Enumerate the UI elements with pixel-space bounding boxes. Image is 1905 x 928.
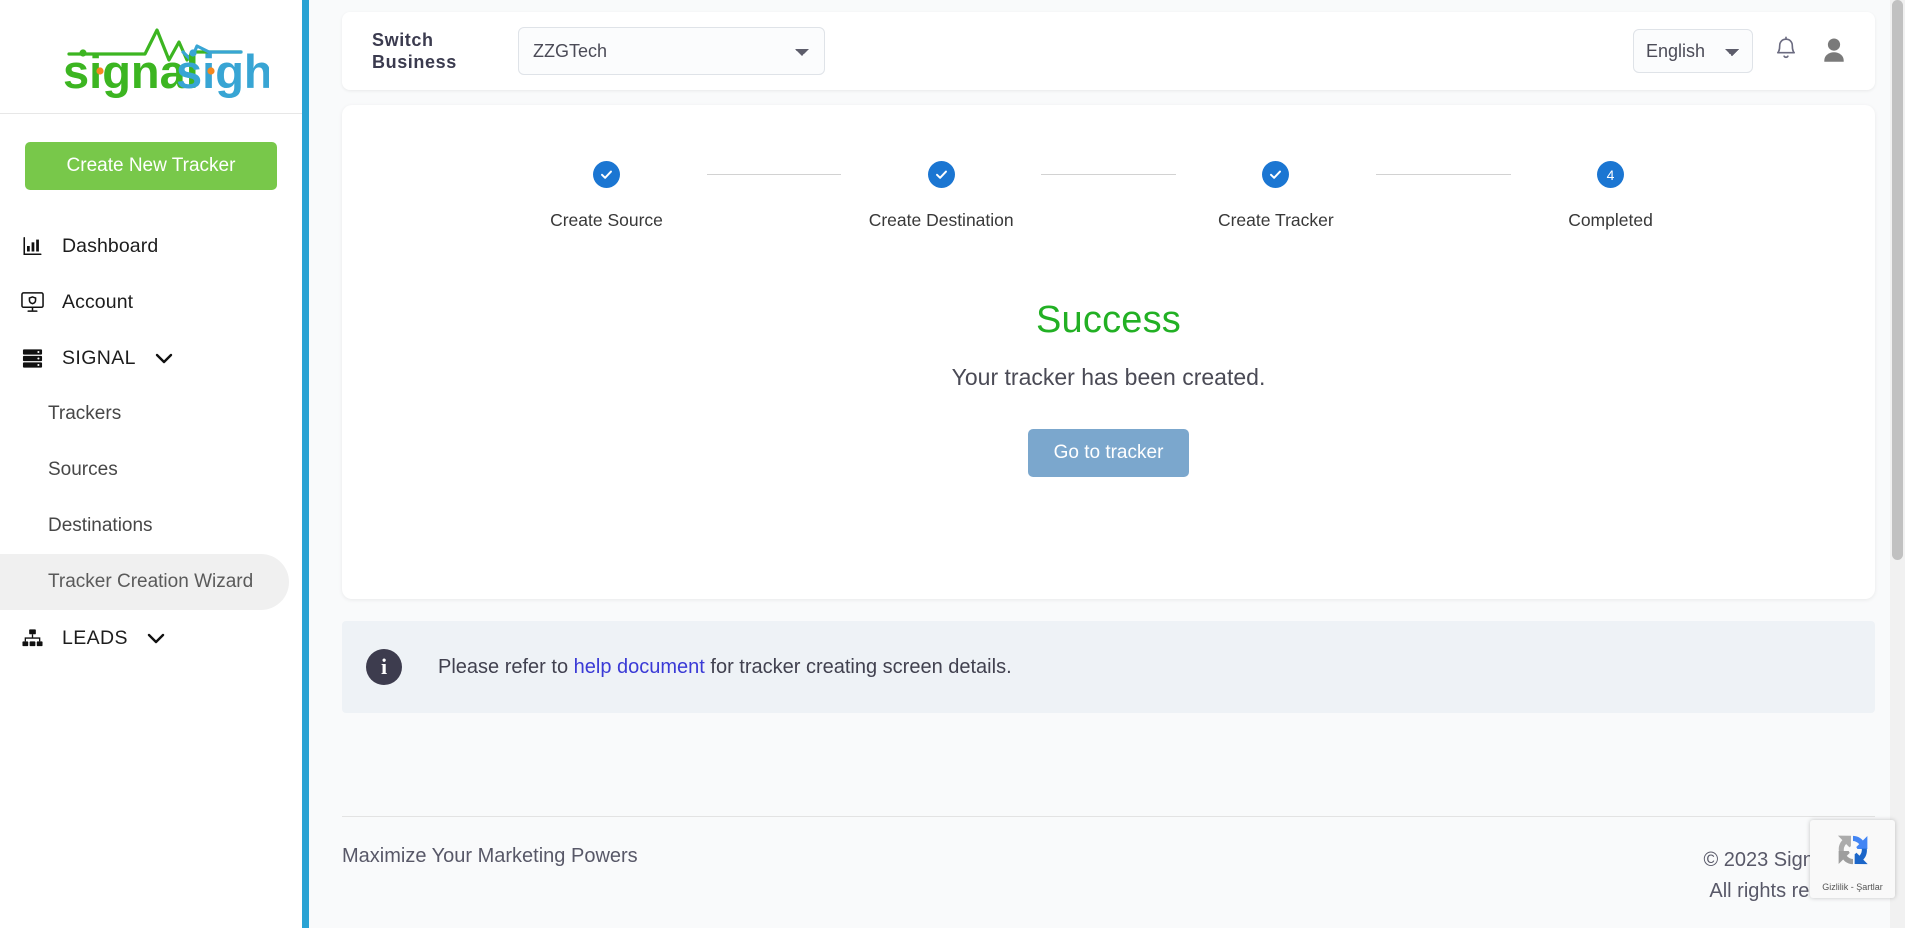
sidebar-item-account[interactable]: Account xyxy=(0,274,302,330)
monitor-shield-icon xyxy=(18,289,46,315)
recaptcha-badge[interactable]: Gizlilik - Şartlar xyxy=(1810,820,1895,898)
step-indicator-complete xyxy=(593,161,620,188)
sidebar-item-label: SIGNAL xyxy=(62,346,136,369)
check-icon xyxy=(1270,170,1282,179)
sidebar-item-trackers[interactable]: Trackers xyxy=(0,386,302,442)
user-profile-button[interactable] xyxy=(1819,35,1849,68)
sidebar-item-sources[interactable]: Sources xyxy=(0,442,302,498)
footer-inner: Maximize Your Marketing Powers © 2023 Si… xyxy=(342,816,1875,928)
server-stack-icon xyxy=(18,345,46,371)
scrollbar-thumb[interactable] xyxy=(1892,0,1903,560)
sidebar-subitem-label: Trackers xyxy=(48,403,122,424)
sidebar-accent-strip xyxy=(302,0,309,928)
footer-tagline: Maximize Your Marketing Powers xyxy=(342,845,638,867)
help-document-link[interactable]: help document xyxy=(574,656,705,678)
step-indicator-current: 4 xyxy=(1597,161,1625,188)
wizard-step-completed[interactable]: 4 Completed xyxy=(1511,161,1711,231)
user-avatar-icon xyxy=(1819,35,1849,68)
logo-svg: signal sight xyxy=(63,27,269,98)
app-root: signal sight Create New Tracker xyxy=(0,0,1905,928)
go-to-tracker-button[interactable]: Go to tracker xyxy=(1027,429,1190,477)
step-indicator-complete xyxy=(927,161,955,188)
wizard-step-create-tracker[interactable]: Create Tracker xyxy=(1176,161,1376,231)
check-icon xyxy=(935,170,947,179)
wizard-card: Create Source Create Destination Create … xyxy=(342,105,1875,599)
sidebar-item-dashboard[interactable]: Dashboard xyxy=(0,218,302,274)
chevron-down-icon[interactable] xyxy=(146,632,166,645)
business-select[interactable]: ZZGTech xyxy=(518,27,825,75)
sidebar-group-leads[interactable]: LEADS xyxy=(0,610,302,666)
help-text-before: Please refer to xyxy=(438,655,574,678)
sidebar-item-tracker-creation-wizard[interactable]: Tracker Creation Wizard xyxy=(0,554,289,610)
help-text-after: for tracker creating screen details. xyxy=(704,655,1012,678)
step-connector-line xyxy=(1375,174,1511,175)
page-scrollbar[interactable] xyxy=(1890,0,1905,928)
wizard-stepper: Create Source Create Destination Create … xyxy=(459,161,1759,231)
notifications-button[interactable] xyxy=(1773,36,1799,67)
sidebar-subitem-label: Destinations xyxy=(48,515,153,536)
signalsight-logo[interactable]: signal sight xyxy=(33,16,269,98)
main-content: Switch Business ZZGTech English Create S… xyxy=(302,0,1905,928)
create-tracker-container: Create New Tracker xyxy=(0,114,302,190)
success-title: Success xyxy=(1035,299,1181,341)
success-block: Success Your tracker has been created. G… xyxy=(342,299,1875,477)
create-new-tracker-button[interactable]: Create New Tracker xyxy=(25,142,277,190)
step-indicator-complete xyxy=(1262,161,1290,188)
success-message: Your tracker has been created. xyxy=(951,364,1266,390)
chart-bar-icon xyxy=(18,233,46,259)
sidebar: signal sight Create New Tracker xyxy=(0,0,302,928)
logo-container: signal sight xyxy=(0,0,302,114)
step-label: Create Tracker xyxy=(1217,210,1334,230)
sidebar-nav: Dashboard Account SIGNAL Trackers Source… xyxy=(0,218,302,666)
wizard-step-create-destination[interactable]: Create Destination xyxy=(841,161,1041,231)
sitemap-icon xyxy=(18,625,46,651)
recaptcha-terms-text[interactable]: Gizlilik - Şartlar xyxy=(1822,882,1883,892)
sidebar-item-label: Account xyxy=(62,290,134,313)
step-label: Create Source xyxy=(550,210,663,230)
language-select[interactable]: English xyxy=(1633,29,1753,73)
info-circle-icon: i xyxy=(366,649,402,685)
step-connector-line xyxy=(706,174,842,175)
sidebar-item-label: Dashboard xyxy=(62,234,159,257)
sidebar-subitem-label: Tracker Creation Wizard xyxy=(48,571,254,592)
step-connector-line xyxy=(1041,174,1176,175)
step-label: Create Destination xyxy=(868,210,1014,230)
top-header-bar: Switch Business ZZGTech English xyxy=(342,12,1875,90)
recaptcha-logo-icon xyxy=(1830,827,1876,878)
sidebar-group-signal[interactable]: SIGNAL xyxy=(0,330,302,386)
sidebar-item-label: LEADS xyxy=(62,626,128,649)
chevron-down-icon[interactable] xyxy=(154,352,174,365)
wizard-step-create-source[interactable]: Create Source xyxy=(507,161,707,231)
switch-business-label: Switch Business xyxy=(372,29,457,73)
bell-icon xyxy=(1773,36,1799,67)
help-info-banner: i Please refer to help document for trac… xyxy=(342,621,1875,713)
page-footer: Maximize Your Marketing Powers © 2023 Si… xyxy=(334,816,1905,928)
check-icon xyxy=(601,170,612,179)
help-info-text: Please refer to help document for tracke… xyxy=(438,656,1012,679)
sidebar-subitem-label: Sources xyxy=(48,459,118,480)
header-right-controls: English xyxy=(1633,29,1849,73)
step-label: Completed xyxy=(1568,210,1653,230)
sidebar-item-destinations[interactable]: Destinations xyxy=(0,498,302,554)
